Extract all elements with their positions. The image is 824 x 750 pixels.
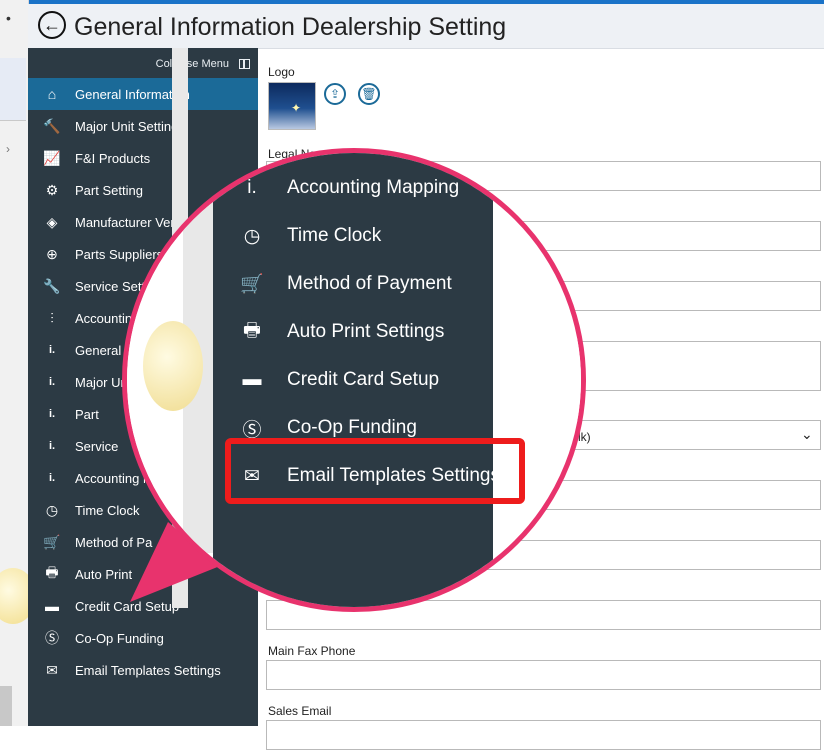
chevron-down-icon: ⌄ (801, 426, 813, 442)
sales-email-label: Sales Email (268, 704, 332, 718)
collapse-menu-label: Collapse Menu (155, 58, 229, 70)
zoom-item-accounting-mapping[interactable]: i. Accounting Mapping (237, 166, 459, 210)
sidebar-item-major-unit-setting[interactable]: 🔨 Major Unit Setting (28, 110, 258, 142)
chevron-icon: › (6, 142, 10, 156)
credit-card-icon: ▬ (242, 369, 262, 390)
sales-email-field[interactable] (266, 720, 821, 750)
crosshair-icon: ◈ (46, 213, 58, 230)
subitem-icon: i. (247, 177, 257, 198)
sidebar-item-co-op-funding[interactable]: Ⓢ Co-Op Funding (28, 622, 258, 654)
zoom-item-label: Method of Payment (287, 273, 452, 294)
delete-button[interactable]: 🗑 (358, 83, 380, 105)
zoom-item-label: Accounting Mapping (287, 177, 460, 198)
sidebar-item-label: Accountin (75, 310, 133, 326)
zoom-callout: i. Accounting Mapping ◷ Time Clock 🛒 Method… (122, 148, 586, 612)
back-button[interactable]: ← (38, 11, 66, 39)
sliders-icon: ⫶ (50, 309, 54, 326)
page-header: ← General Information Dealership Setting (28, 4, 824, 49)
zoom-item-auto-print-settings[interactable]: 🖶 Auto Print Settings (237, 310, 444, 354)
zoom-item-label: Credit Card Setup (287, 369, 440, 390)
printer-icon: 🖶 (45, 564, 59, 580)
zoom-item-method-of-payment[interactable]: 🛒 Method of Payment (237, 262, 452, 306)
main-fax-phone-field[interactable] (266, 660, 821, 690)
subitem-icon: i. (48, 376, 56, 388)
background-scrollbar (0, 686, 12, 726)
sidebar-item-label: Major Unit Setting (75, 118, 179, 134)
sidebar-item-label: Part (75, 406, 99, 422)
home-icon: ⌂ (47, 86, 57, 102)
sidebar-item-label: General (75, 342, 122, 358)
zoom-item-label: Auto Print Settings (287, 321, 445, 342)
cart-icon: 🛒 (43, 533, 61, 550)
star-icon: ✦ (291, 101, 302, 115)
wrench-icon: 🔧 (43, 277, 61, 294)
subitem-icon: i. (48, 440, 56, 452)
zoom-decorative-blob (143, 321, 203, 411)
subitem-icon: i. (48, 408, 56, 420)
envelope-icon: ✉ (46, 661, 58, 678)
highlight-box (225, 438, 525, 504)
printer-icon: 🖶 (243, 320, 261, 341)
logo-image: ✦ (268, 82, 316, 130)
chart-icon: 📈 (43, 149, 61, 166)
sidebar-item-label: Major Un (75, 374, 128, 390)
sidebar-item-label: Service (75, 438, 119, 454)
sidebar-item-label: Email Templates Settings (75, 662, 221, 678)
credit-card-icon: ▬ (45, 598, 59, 614)
zoom-item-time-clock[interactable]: ◷ Time Clock (237, 214, 382, 258)
main-fax-phone-label: Main Fax Phone (268, 644, 356, 658)
collapse-icon (239, 59, 250, 69)
clock-icon: ◷ (243, 225, 261, 247)
back-arrow-icon: ← (43, 14, 61, 35)
cart-icon: 🛒 (240, 274, 264, 295)
upload-icon: ⇪ (329, 87, 341, 101)
page-title: General Information Dealership Setting (74, 13, 507, 41)
background-tile (0, 58, 26, 121)
sidebar-item-email-templates-settings[interactable]: ✉ Email Templates Settings (28, 654, 258, 686)
zoom-item-credit-card-setup[interactable]: ▬ Credit Card Setup (237, 358, 440, 402)
sidebar-item-general-information[interactable]: ⌂ General Information (28, 78, 258, 110)
trash-icon: 🗑 (361, 87, 377, 101)
dollar-circle-icon: Ⓢ (45, 630, 59, 646)
gear-icon: ⚙ (45, 181, 59, 198)
zoom-item-label: Time Clock (287, 225, 382, 246)
zoom-item-label: Co-Op Funding (287, 417, 417, 438)
collapse-menu-button[interactable]: Collapse Menu (156, 58, 250, 70)
subitem-icon: i. (48, 472, 56, 484)
sidebar-item-label: Co-Op Funding (75, 630, 164, 646)
lifebuoy-icon: ⊕ (46, 245, 58, 262)
clock-icon: ◷ (45, 501, 59, 518)
window-dot-icon: • (6, 10, 11, 26)
hammer-icon: 🔨 (43, 117, 61, 134)
upload-button[interactable]: ⇪ (324, 83, 346, 105)
subitem-icon: i. (48, 344, 56, 356)
logo-label: Logo (268, 65, 295, 79)
